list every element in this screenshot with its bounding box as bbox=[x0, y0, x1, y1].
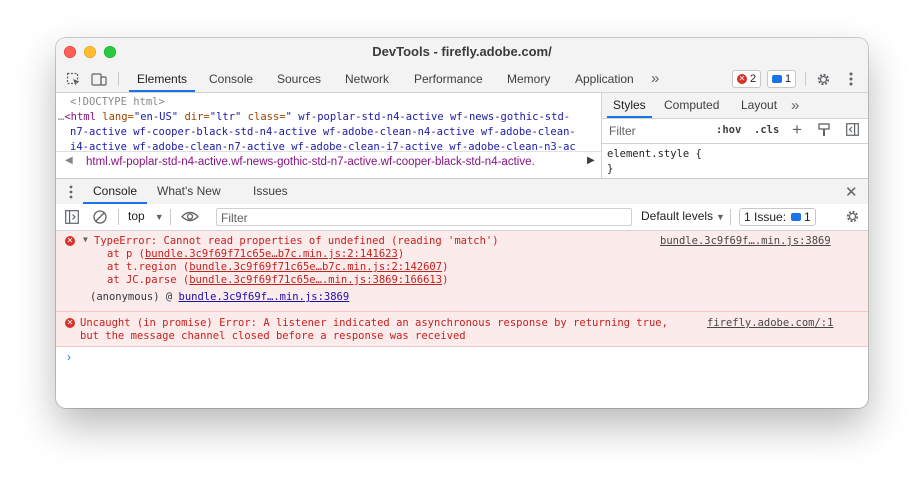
main-toolbar: Elements Console Sources Network Perform… bbox=[56, 66, 868, 93]
drawer-tab-console[interactable]: Console bbox=[82, 179, 148, 204]
error-text-line-2: but the message channel closed before a … bbox=[80, 330, 466, 342]
tab-styles[interactable]: Styles bbox=[607, 93, 652, 118]
chevron-down-icon: ▼ bbox=[716, 212, 725, 222]
message-icon bbox=[772, 75, 782, 83]
tab-performance[interactable]: Performance bbox=[414, 66, 483, 92]
console-prompt[interactable]: › bbox=[67, 350, 71, 364]
error-count-badge[interactable]: ✕ 2 bbox=[732, 70, 762, 88]
context-selector[interactable]: top ▼ bbox=[128, 209, 164, 223]
error-source-link[interactable]: firefly.adobe.com/:1 bbox=[707, 317, 833, 329]
stack-link[interactable]: bundle.3c9f69f71c65e….min.js:3869:166613 bbox=[189, 274, 442, 286]
element-style-close: } bbox=[607, 163, 614, 175]
error-text: TypeError: Cannot read properties of und… bbox=[94, 235, 499, 247]
tab-elements[interactable]: Elements bbox=[128, 66, 196, 92]
html-class-line-2: n7-active wf-cooper-black-std-n4-active … bbox=[70, 126, 576, 138]
element-style-rule[interactable]: element.style { bbox=[607, 148, 702, 160]
tab-layout[interactable]: Layout bbox=[741, 93, 777, 118]
error-source-link[interactable]: bundle.3c9f69f….min.js:3869 bbox=[660, 235, 831, 247]
error-count: 2 bbox=[750, 73, 757, 85]
styles-pane: Styles Computed Layout » Filter :hov .cl… bbox=[601, 93, 868, 178]
error-icon: ✕ bbox=[65, 318, 75, 328]
toggle-sidebar-icon[interactable] bbox=[846, 123, 859, 139]
device-toolbar-icon[interactable] bbox=[90, 70, 108, 88]
more-tabs-button[interactable]: » bbox=[651, 66, 659, 92]
close-drawer-icon[interactable]: ✕ bbox=[845, 183, 858, 201]
drawer-menu-icon[interactable] bbox=[69, 185, 73, 202]
live-expression-eye-icon[interactable] bbox=[181, 210, 199, 226]
more-options-icon[interactable] bbox=[842, 70, 860, 88]
styles-filter-bar: Filter :hov .cls + bbox=[602, 119, 868, 144]
breadcrumb: ◀ html.wf-poplar-std-n4-active.wf-news-g… bbox=[56, 151, 601, 174]
stack-frame: at JC.parse (bundle.3c9f69f71c65e….min.j… bbox=[107, 274, 449, 286]
inspect-element-icon[interactable] bbox=[64, 70, 82, 88]
drawer-tab-issues[interactable]: Issues bbox=[253, 179, 288, 204]
styles-tabbar: Styles Computed Layout » bbox=[602, 93, 868, 119]
chevron-down-icon: ▼ bbox=[154, 212, 164, 222]
anonymous-source-link[interactable]: bundle.3c9f69f….min.js:3869 bbox=[179, 291, 350, 303]
console-sidebar-icon[interactable] bbox=[65, 210, 79, 227]
console-error-message: ✕ ▼ TypeError: Cannot read properties of… bbox=[56, 231, 868, 312]
stack-link[interactable]: bundle.3c9f69f71c65e…b7c.min.js:2:141623 bbox=[145, 248, 398, 260]
class-toggle[interactable]: .cls bbox=[754, 124, 779, 136]
tab-computed[interactable]: Computed bbox=[664, 93, 719, 118]
error-icon: ✕ bbox=[65, 236, 75, 246]
tab-sources[interactable]: Sources bbox=[277, 66, 321, 92]
more-style-tabs-button[interactable]: » bbox=[791, 93, 799, 118]
breadcrumb-path[interactable]: html.wf-poplar-std-n4-active.wf-news-got… bbox=[86, 156, 584, 168]
drawer-tab-whats-new[interactable]: What's New bbox=[157, 179, 221, 204]
doctype-line[interactable]: <!DOCTYPE html> bbox=[70, 96, 165, 108]
console-toolbar: top ▼ Filter Default levels ▼ 1 Issue: 1 bbox=[56, 204, 868, 231]
console-filter-input[interactable]: Filter bbox=[216, 208, 632, 226]
title-bar: DevTools - firefly.adobe.com/ bbox=[56, 38, 868, 66]
expand-triangle-icon[interactable]: ▼ bbox=[83, 235, 88, 244]
scroll-left-icon[interactable]: ◀ bbox=[65, 155, 73, 166]
tab-application[interactable]: Application bbox=[575, 66, 634, 92]
message-count-badge[interactable]: 1 bbox=[767, 70, 797, 88]
error-icon: ✕ bbox=[737, 74, 747, 84]
stack-frame: at p (bundle.3c9f69f71c65e…b7c.min.js:2:… bbox=[107, 248, 405, 260]
paint-brush-icon[interactable] bbox=[818, 123, 830, 140]
settings-gear-icon[interactable] bbox=[814, 70, 832, 88]
log-levels-dropdown[interactable]: Default levels ▼ bbox=[641, 209, 725, 223]
error-text-line-1: Uncaught (in promise) Error: A listener … bbox=[80, 317, 668, 329]
hover-state-toggle[interactable]: :hov bbox=[716, 124, 741, 136]
clear-console-icon[interactable] bbox=[93, 210, 107, 227]
console-error-message: ✕ Uncaught (in promise) Error: A listene… bbox=[56, 312, 868, 347]
message-icon bbox=[791, 213, 802, 221]
tab-network[interactable]: Network bbox=[345, 66, 389, 92]
styles-filter-input[interactable]: Filter bbox=[609, 124, 636, 138]
window-title: DevTools - firefly.adobe.com/ bbox=[372, 44, 552, 59]
new-style-rule-icon[interactable]: + bbox=[792, 120, 802, 140]
tab-console[interactable]: Console bbox=[209, 66, 253, 92]
tab-memory[interactable]: Memory bbox=[507, 66, 550, 92]
anonymous-frame: (anonymous) @ bundle.3c9f69f….min.js:386… bbox=[90, 291, 350, 303]
html-node-line[interactable]: …<html lang="en-US" dir="ltr" class=" wf… bbox=[58, 111, 601, 123]
message-count: 1 bbox=[785, 73, 792, 85]
stack-frame: at t.region (bundle.3c9f69f71c65e…b7c.mi… bbox=[107, 261, 449, 273]
devtools-window: DevTools - firefly.adobe.com/ Elements C… bbox=[56, 38, 868, 408]
scroll-right-icon[interactable]: ▶ bbox=[587, 155, 595, 166]
issues-button[interactable]: 1 Issue: 1 bbox=[739, 208, 816, 226]
drawer-tabbar: Console What's New Issues ✕ bbox=[56, 178, 868, 205]
console-settings-gear-icon[interactable] bbox=[845, 209, 860, 227]
stack-link[interactable]: bundle.3c9f69f71c65e…b7c.min.js:2:142607 bbox=[189, 261, 442, 273]
